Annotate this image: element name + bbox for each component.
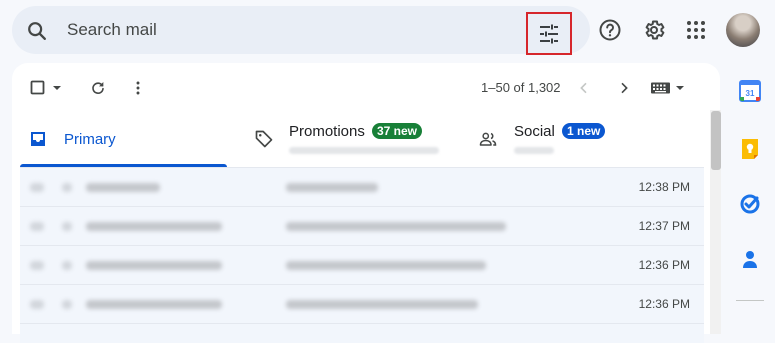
email-row[interactable]: 12:36 PM bbox=[20, 284, 704, 323]
subject-snippet bbox=[286, 222, 506, 231]
gear-icon[interactable] bbox=[642, 18, 666, 42]
keep-icon[interactable] bbox=[739, 138, 761, 160]
svg-text:31: 31 bbox=[746, 89, 755, 98]
more-vert-icon[interactable] bbox=[130, 80, 146, 96]
help-icon[interactable] bbox=[598, 18, 622, 42]
tag-icon bbox=[255, 130, 273, 148]
tab-label: Promotions bbox=[289, 123, 365, 140]
star-icon[interactable] bbox=[62, 300, 72, 309]
tab-primary[interactable]: Primary bbox=[20, 112, 227, 168]
tab-snippet bbox=[514, 147, 554, 154]
category-tabs: Primary Promotions 37 new Social 1 new bbox=[20, 112, 704, 168]
side-panel: 31 bbox=[730, 62, 775, 334]
tab-label: Social bbox=[514, 123, 555, 140]
email-row[interactable]: 12:38 PM bbox=[20, 167, 704, 206]
subject-snippet bbox=[286, 300, 478, 309]
new-count-badge: 37 new bbox=[372, 123, 423, 139]
email-time: 12:37 PM bbox=[638, 219, 690, 233]
pagination-range: 1–50 of 1,302 bbox=[481, 80, 561, 95]
tab-promotions[interactable]: Promotions 37 new bbox=[250, 112, 470, 168]
row-checkbox[interactable] bbox=[30, 300, 44, 309]
search-icon[interactable] bbox=[26, 20, 48, 42]
row-checkbox[interactable] bbox=[30, 183, 44, 192]
select-all-checkbox[interactable] bbox=[30, 80, 64, 96]
new-count-badge: 1 new bbox=[562, 123, 606, 139]
subject-snippet bbox=[286, 261, 486, 270]
search-bar[interactable] bbox=[12, 6, 590, 54]
inbox-icon bbox=[31, 132, 45, 146]
top-bar bbox=[0, 0, 775, 62]
apps-grid-icon[interactable] bbox=[684, 18, 708, 42]
refresh-icon[interactable] bbox=[90, 80, 106, 96]
star-icon[interactable] bbox=[62, 261, 72, 270]
email-time: 12:36 PM bbox=[638, 297, 690, 311]
sender-name bbox=[86, 183, 160, 192]
email-row[interactable]: 12:37 PM bbox=[20, 206, 704, 245]
email-time: 12:38 PM bbox=[638, 180, 690, 194]
sender-name bbox=[86, 261, 222, 270]
search-input[interactable] bbox=[67, 19, 467, 41]
chevron-left-icon[interactable] bbox=[576, 80, 592, 96]
side-panel-divider bbox=[736, 300, 764, 301]
people-icon bbox=[479, 132, 497, 146]
row-checkbox[interactable] bbox=[30, 261, 44, 270]
sender-name bbox=[86, 222, 222, 231]
chevron-right-icon[interactable] bbox=[616, 80, 632, 96]
tab-snippet bbox=[289, 147, 439, 154]
calendar-icon[interactable]: 31 bbox=[739, 80, 761, 102]
star-icon[interactable] bbox=[62, 183, 72, 192]
tasks-icon[interactable] bbox=[739, 192, 761, 214]
email-row[interactable] bbox=[20, 323, 704, 343]
sender-name bbox=[86, 300, 222, 309]
account-avatar[interactable] bbox=[726, 13, 760, 47]
email-row[interactable]: 12:36 PM bbox=[20, 245, 704, 284]
star-icon[interactable] bbox=[62, 222, 72, 231]
subject-snippet bbox=[286, 183, 378, 192]
scrollbar-thumb[interactable] bbox=[711, 111, 721, 170]
search-options-button[interactable] bbox=[526, 12, 572, 55]
tune-icon bbox=[540, 24, 558, 43]
row-checkbox[interactable] bbox=[30, 222, 44, 231]
tab-social[interactable]: Social 1 new bbox=[476, 112, 704, 168]
email-time: 12:36 PM bbox=[638, 258, 690, 272]
tab-label: Primary bbox=[64, 131, 116, 148]
keyboard-icon[interactable] bbox=[650, 80, 686, 96]
contacts-icon[interactable] bbox=[739, 248, 761, 270]
